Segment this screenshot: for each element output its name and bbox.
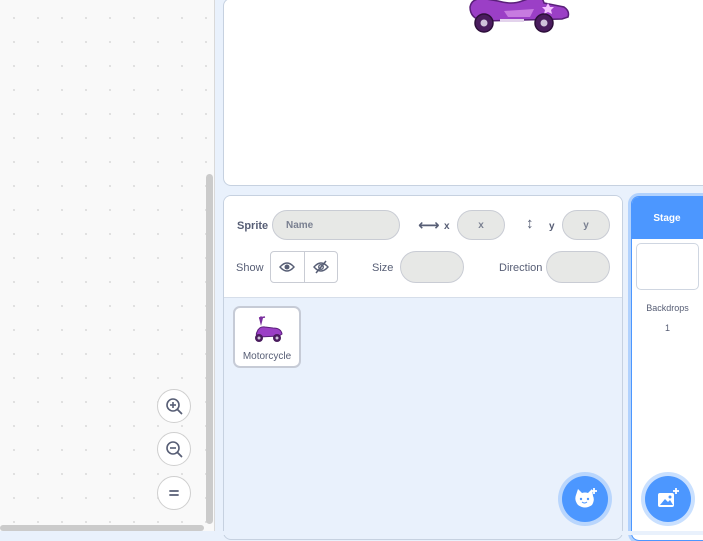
visibility-toggle-group: [270, 251, 338, 283]
y-label: y: [549, 221, 555, 232]
motorcycle-sprite[interactable]: [464, 0, 574, 35]
zoom-reset-button[interactable]: [157, 476, 191, 510]
show-label: Show: [236, 262, 264, 274]
add-backdrop-button[interactable]: [645, 476, 691, 522]
stage-canvas[interactable]: [223, 0, 703, 186]
sprite-pane: Sprite Name ⟷ x x ↕ y y Show Size Direct…: [223, 195, 623, 540]
eye-slash-icon: [312, 260, 329, 274]
size-label: Size: [372, 262, 394, 274]
stage-target-pane[interactable]: Stage Backdrops 1: [631, 196, 703, 541]
code-workspace[interactable]: [0, 0, 215, 531]
zoom-in-button[interactable]: [157, 389, 191, 423]
sprite-info-panel: Sprite Name ⟷ x x ↕ y y Show Size Direct…: [224, 196, 622, 298]
backdrops-label: Backdrops: [646, 303, 689, 313]
zoom-reset-icon: [169, 490, 179, 496]
x-input[interactable]: x: [457, 210, 505, 240]
motorcycle-thumbnail: [255, 316, 283, 342]
stage-thumbnail[interactable]: [636, 243, 699, 290]
stage-pane-header: Stage: [632, 197, 703, 239]
vertical-arrows-icon: ↕: [526, 215, 534, 232]
x-label: x: [444, 221, 450, 232]
eye-icon: [279, 262, 296, 272]
image-add-icon: [658, 488, 679, 507]
zoom-out-icon: [166, 441, 183, 458]
add-sprite-button[interactable]: [562, 476, 608, 522]
sprite-tile-label: Motorcycle: [242, 351, 292, 362]
workspace-vertical-scrollbar[interactable]: [206, 174, 213, 524]
backdrops-count: 1: [664, 323, 670, 333]
hide-sprite-button[interactable]: [303, 252, 338, 282]
bottom-edge: [0, 531, 703, 535]
sprite-name-input[interactable]: Name: [272, 210, 400, 240]
y-input[interactable]: y: [562, 210, 610, 240]
show-sprite-button[interactable]: [271, 252, 304, 282]
cat-add-icon: [575, 488, 597, 508]
size-input[interactable]: [400, 251, 464, 283]
sprite-label: Sprite: [237, 220, 269, 232]
direction-label: Direction: [499, 262, 543, 274]
zoom-out-button[interactable]: [157, 432, 191, 466]
horizontal-arrows-icon: ⟷: [418, 217, 440, 234]
direction-input[interactable]: [546, 251, 610, 283]
zoom-in-icon: [166, 398, 183, 415]
sprite-tile-motorcycle[interactable]: Motorcycle: [233, 306, 301, 368]
